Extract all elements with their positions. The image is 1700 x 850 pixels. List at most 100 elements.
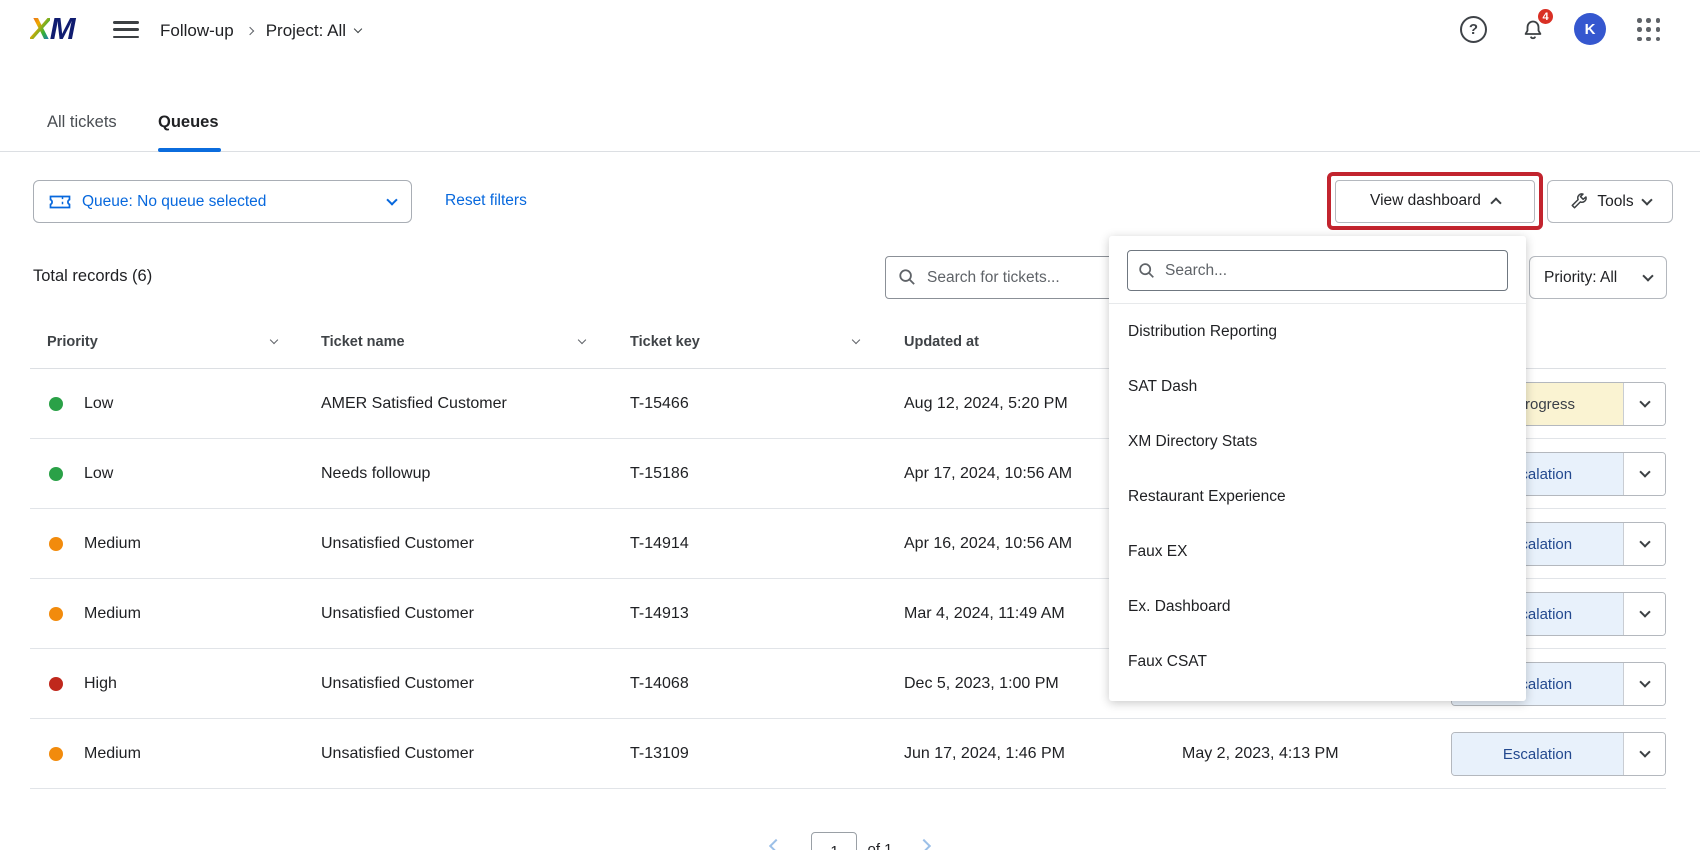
cell-ticket-key: T-15466 [630, 369, 689, 439]
cell-priority: Medium [84, 579, 141, 649]
current-page-box[interactable]: 1 [811, 832, 857, 850]
cell-ticket-key: T-14914 [630, 509, 689, 579]
hamburger-menu-icon[interactable] [113, 21, 139, 43]
view-dashboard-menu: Distribution Reporting SAT Dash XM Direc… [1109, 236, 1526, 701]
priority-dot [49, 607, 63, 621]
cell-ticket-name: Unsatisfied Customer [321, 719, 474, 789]
tabs-divider [0, 151, 1700, 152]
notification-count-badge: 4 [1536, 7, 1555, 26]
sort-chevron-icon [852, 336, 860, 344]
tools-button[interactable]: Tools [1547, 180, 1673, 223]
user-avatar[interactable]: K [1574, 13, 1606, 45]
priority-dot [49, 677, 63, 691]
priority-dot [49, 537, 63, 551]
cell-priority: High [84, 649, 117, 719]
priority-filter-label: Priority: All [1544, 269, 1617, 287]
menu-item-dashboard[interactable]: Ex. Dashboard [1109, 579, 1526, 634]
priority-dot [49, 747, 63, 761]
cell-priority: Low [84, 439, 113, 509]
xm-logo: XM [30, 11, 75, 47]
view-dashboard-button[interactable]: View dashboard [1335, 180, 1535, 223]
cell-updated-at: Dec 5, 2023, 1:00 PM [904, 649, 1059, 719]
chevron-down-icon [354, 24, 362, 32]
cell-updated-at: Mar 4, 2024, 11:49 AM [904, 579, 1065, 649]
app-window: XM Follow-up Project: All ? 4 K All tick… [0, 0, 1700, 850]
table-row[interactable]: Medium Unsatisfied Customer T-13109 Jun … [30, 719, 1666, 789]
chevron-down-icon[interactable] [1623, 663, 1665, 705]
total-records-label: Total records (6) [33, 267, 152, 286]
cell-ticket-name: Unsatisfied Customer [321, 649, 474, 719]
chevron-down-icon [1641, 194, 1652, 205]
chevron-down-icon [386, 194, 397, 205]
menu-item-dashboard[interactable]: Faux EX [1109, 524, 1526, 579]
column-header-updated-at[interactable]: Updated at [904, 334, 979, 350]
chevron-right-icon [245, 26, 253, 34]
cell-ticket-name: Unsatisfied Customer [321, 509, 474, 579]
queue-selector-dropdown[interactable]: Queue: No queue selected [33, 180, 412, 223]
cell-ticket-name: Unsatisfied Customer [321, 579, 474, 649]
cell-ticket-key: T-13109 [630, 719, 689, 789]
tab-queues[interactable]: Queues [158, 113, 219, 132]
chevron-down-icon[interactable] [1623, 453, 1665, 495]
search-icon [1138, 262, 1156, 280]
previous-page-icon[interactable] [769, 839, 783, 850]
cell-ticket-name: AMER Satisfied Customer [321, 369, 507, 439]
tab-all-tickets[interactable]: All tickets [47, 113, 117, 132]
cell-created-at: May 2, 2023, 4:13 PM [1182, 719, 1339, 789]
top-bar: XM Follow-up Project: All ? 4 K [0, 0, 1700, 61]
cell-ticket-key: T-15186 [630, 439, 689, 509]
next-page-icon[interactable] [916, 839, 930, 850]
annotation-highlight-box: View dashboard [1327, 172, 1543, 230]
app-switcher-icon[interactable] [1637, 18, 1661, 42]
sort-chevron-icon [270, 336, 278, 344]
priority-filter-dropdown[interactable]: Priority: All [1529, 256, 1667, 299]
priority-dot [49, 467, 63, 481]
dashboard-search-input[interactable] [1165, 262, 1497, 280]
pagination: 1 of 1 [0, 832, 1700, 850]
project-selector[interactable]: Project: All [266, 21, 361, 41]
chevron-up-icon [1490, 197, 1501, 208]
dashboard-search-box [1127, 250, 1508, 291]
page-count-label: of 1 [867, 841, 892, 850]
view-dashboard-label: View dashboard [1370, 192, 1481, 210]
queue-selector-label: Queue: No queue selected [82, 193, 377, 211]
column-header-ticket-name[interactable]: Ticket name [321, 334, 585, 350]
cell-ticket-name: Needs followup [321, 439, 430, 509]
help-icon[interactable]: ? [1460, 16, 1487, 43]
status-label: Escalation [1452, 733, 1623, 775]
chevron-down-icon[interactable] [1623, 383, 1665, 425]
sort-chevron-icon [578, 336, 586, 344]
cell-updated-at: Apr 17, 2024, 10:56 AM [904, 439, 1072, 509]
menu-item-dashboard[interactable]: XM Directory Stats [1109, 414, 1526, 469]
reset-filters-link[interactable]: Reset filters [445, 192, 527, 210]
status-dropdown[interactable]: Escalation [1451, 732, 1666, 776]
menu-item-dashboard[interactable]: SAT Dash [1109, 359, 1526, 414]
cell-priority: Medium [84, 509, 141, 579]
tools-label: Tools [1597, 193, 1633, 211]
cell-updated-at: Aug 12, 2024, 5:20 PM [904, 369, 1068, 439]
breadcrumb: Follow-up Project: All [160, 0, 361, 61]
chevron-down-icon[interactable] [1623, 523, 1665, 565]
menu-item-dashboard[interactable]: Distribution Reporting [1109, 304, 1526, 359]
cell-priority: Medium [84, 719, 141, 789]
cell-ticket-key: T-14913 [630, 579, 689, 649]
search-icon [898, 268, 917, 287]
menu-item-dashboard[interactable]: Faux CSAT [1109, 634, 1526, 689]
column-header-priority[interactable]: Priority [47, 334, 277, 350]
priority-dot [49, 397, 63, 411]
cell-priority: Low [84, 369, 113, 439]
cell-updated-at: Apr 16, 2024, 10:56 AM [904, 509, 1072, 579]
chevron-down-icon[interactable] [1623, 593, 1665, 635]
cell-ticket-key: T-14068 [630, 649, 689, 719]
project-selector-label: Project: All [266, 21, 346, 41]
chevron-down-icon[interactable] [1623, 733, 1665, 775]
chevron-down-icon [1642, 270, 1653, 281]
notifications-bell-icon[interactable]: 4 [1521, 18, 1545, 42]
wrench-icon [1569, 192, 1588, 211]
menu-item-dashboard[interactable]: Restaurant Experience [1109, 469, 1526, 524]
breadcrumb-section: Follow-up [160, 21, 234, 41]
active-tab-underline [158, 148, 221, 152]
cell-updated-at: Jun 17, 2024, 1:46 PM [904, 719, 1065, 789]
column-header-ticket-key[interactable]: Ticket key [630, 334, 859, 350]
ticket-icon [49, 194, 71, 210]
